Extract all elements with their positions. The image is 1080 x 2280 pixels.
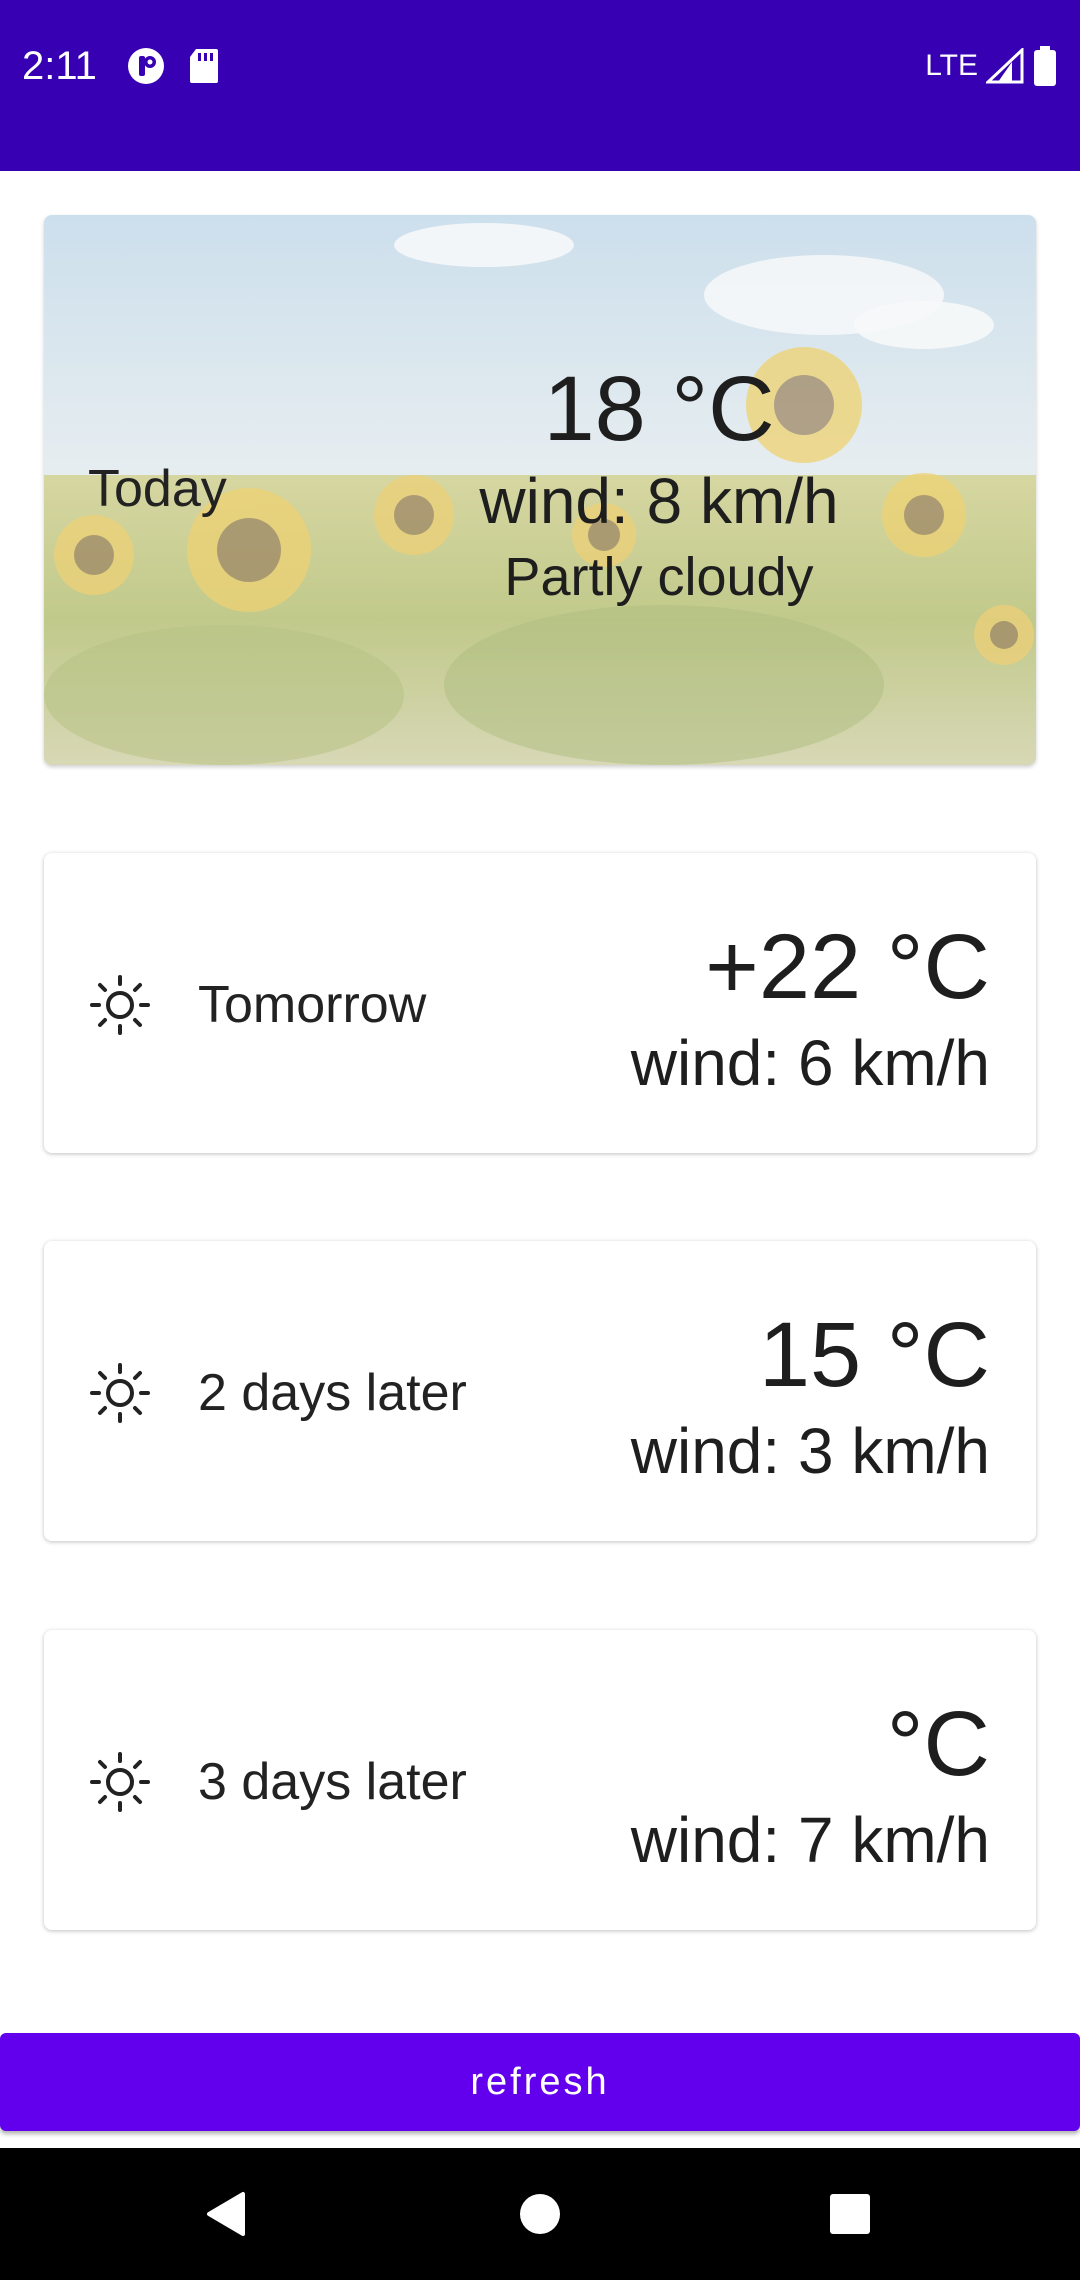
forecast-temperature: 15 °C [758, 1304, 990, 1406]
forecast-day-label: 2 days later [198, 1364, 467, 1422]
battery-icon [1034, 46, 1056, 86]
sun-icon [90, 1752, 150, 1812]
forecast-temperature: +22 °C [705, 916, 990, 1018]
sun-icon [90, 1363, 150, 1423]
back-icon [207, 2192, 245, 2236]
forecast-wind: wind: 3 km/h [630, 1415, 990, 1487]
network-type: LTE [925, 49, 978, 82]
today-temperature: 18 °C [543, 358, 775, 460]
weather-screen: 2:11 LTE Today 18 °C wind: 8 km/h Partly… [0, 0, 1080, 2280]
recents-button[interactable] [810, 2174, 890, 2254]
recents-icon [830, 2194, 870, 2234]
status-time: 2:11 [22, 44, 97, 88]
today-wind: wind: 8 km/h [479, 465, 839, 537]
sun-icon [90, 975, 150, 1035]
today-card[interactable]: Today 18 °C wind: 8 km/h Partly cloudy [44, 215, 1036, 765]
status-left-icons [126, 46, 220, 86]
signal-icon [986, 48, 1024, 84]
today-weather-info: 18 °C wind: 8 km/h Partly cloudy [414, 355, 904, 615]
home-icon [520, 2194, 560, 2234]
today-condition: Partly cloudy [504, 547, 814, 607]
navigation-bar [0, 2148, 1080, 2280]
forecast-temperature: °C [886, 1693, 990, 1795]
home-button[interactable] [500, 2174, 580, 2254]
forecast-card-2-days[interactable]: 2 days later 15 °C wind: 3 km/h [44, 1241, 1036, 1541]
forecast-card-3-days[interactable]: 3 days later °C wind: 7 km/h [44, 1630, 1036, 1930]
forecast-day-label: Tomorrow [198, 976, 427, 1034]
back-button[interactable] [185, 2174, 265, 2254]
today-label: Today [88, 460, 227, 518]
forecast-wind: wind: 6 km/h [630, 1027, 990, 1099]
forecast-card-tomorrow[interactable]: Tomorrow +22 °C wind: 6 km/h [44, 853, 1036, 1153]
privacy-indicator-icon [128, 48, 164, 84]
refresh-button[interactable]: refresh [0, 2033, 1080, 2131]
status-right: LTE [925, 46, 1058, 86]
status-bar: 2:11 LTE [0, 0, 1080, 171]
forecast-wind: wind: 7 km/h [630, 1804, 990, 1876]
forecast-day-label: 3 days later [198, 1753, 467, 1811]
sd-card-icon [190, 49, 218, 83]
